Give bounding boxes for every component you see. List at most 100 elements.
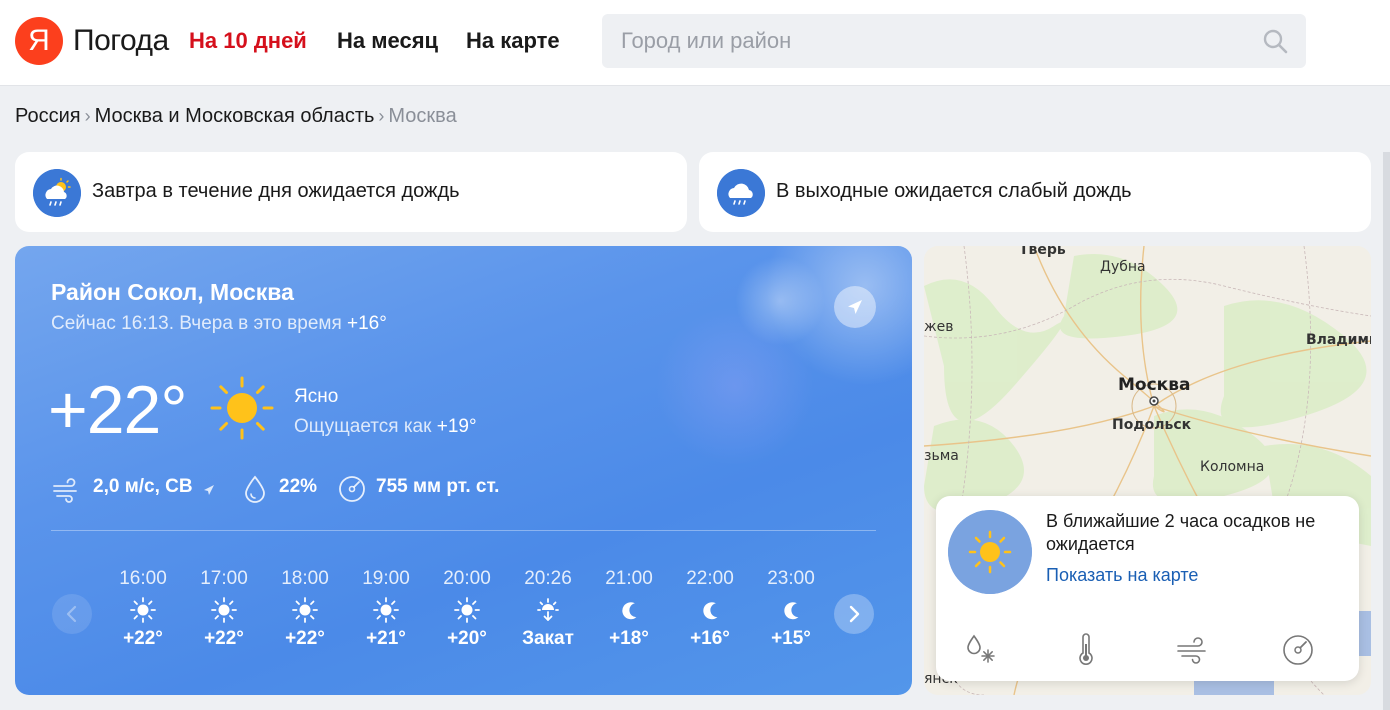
geolocation-button[interactable]: [834, 286, 876, 328]
alert-tomorrow-rain[interactable]: Завтра в течение дня ожидается дождь: [15, 152, 687, 232]
hourly-time: 17:00: [200, 568, 248, 589]
hourly-item: 17:00 +22°: [184, 568, 264, 650]
map-label-vladimir: Владими: [1306, 332, 1371, 348]
page-scrollbar[interactable]: [1383, 152, 1390, 710]
search-icon[interactable]: [1262, 28, 1288, 54]
wind-value: 2,0 м/с, СВ: [93, 476, 193, 497]
feels-like: Ощущается как +19°: [294, 416, 477, 438]
hourly-item: 18:00 +22°: [265, 568, 345, 650]
hourly-time: 18:00: [281, 568, 329, 589]
hourly-item: 23:00 +15°: [751, 568, 831, 650]
nav-month[interactable]: На месяц: [337, 28, 438, 54]
humidity-icon: [245, 475, 265, 503]
precipitation-icon[interactable]: [964, 632, 1000, 668]
sun-icon: [210, 376, 274, 440]
humidity-value: 22%: [279, 476, 318, 497]
yandex-logo[interactable]: Я: [15, 17, 63, 65]
header: Я Погода На 10 дней На месяц На карте: [0, 0, 1390, 86]
sun-glare: [735, 256, 825, 346]
hourly-value: +18°: [609, 628, 649, 649]
hourly-item: 22:00 +16°: [670, 568, 750, 650]
sun-icon: [346, 592, 426, 628]
map-label-podolsk: Подольск: [1112, 417, 1192, 433]
hourly-next-button[interactable]: [834, 594, 874, 634]
hourly-time: 20:00: [443, 568, 491, 589]
search-input[interactable]: [602, 14, 1242, 68]
current-time-line: Сейчас 16:13. Вчера в это время +16°: [51, 313, 387, 335]
hourly-item: 21:00 +18°: [589, 568, 669, 650]
hourly-value: +15°: [771, 628, 811, 649]
hourly-item: 20:00 +20°: [427, 568, 507, 650]
cloud-rain-icon: [717, 169, 765, 217]
pressure-gauge-icon[interactable]: [1280, 632, 1316, 668]
current-temperature: +22°: [48, 372, 188, 448]
search-box: [602, 14, 1306, 68]
breadcrumb: Россия › Москва и Московская область › Москв…: [15, 105, 457, 128]
hourly-value: +22°: [123, 628, 163, 649]
breadcrumb-russia[interactable]: Россия: [15, 105, 81, 127]
condition-text: Ясно: [294, 386, 339, 407]
hourly-value: Закат: [522, 628, 574, 649]
moon-icon: [670, 592, 750, 628]
nav-10-days[interactable]: На 10 дней: [189, 28, 307, 54]
map-label-vyazma: зьма: [924, 448, 959, 464]
chevron-right-icon: [849, 605, 860, 623]
nowcast-message: В ближайшие 2 часа осадков не ожидается: [1046, 511, 1316, 554]
hourly-value: +22°: [204, 628, 244, 649]
hourly-value: +16°: [690, 628, 730, 649]
pressure-icon: [339, 476, 365, 502]
feels-prefix: Ощущается как: [294, 416, 432, 437]
map-label-moscow: Москва: [1118, 375, 1191, 395]
divider: [51, 530, 876, 531]
show-on-map-link[interactable]: Показать на карте: [1046, 565, 1198, 586]
yesterday-temp: +16°: [347, 313, 387, 334]
sun-glare: [655, 306, 815, 466]
hourly-time: 16:00: [119, 568, 167, 589]
hourly-item: 16:00 +22°: [103, 568, 183, 650]
location-title: Район Сокол, Москва: [51, 279, 294, 305]
wind-icon[interactable]: [1174, 632, 1210, 668]
service-name[interactable]: Погода: [73, 24, 169, 58]
now-prefix: Сейчас 16:13. Вчера в это время: [51, 313, 342, 334]
thermometer-icon[interactable]: [1068, 632, 1104, 668]
moon-icon: [751, 592, 831, 628]
hourly-value: +22°: [285, 628, 325, 649]
chevron-left-icon: [66, 605, 77, 623]
moon-icon: [589, 592, 669, 628]
hourly-time: 23:00: [767, 568, 815, 589]
alert-weekend-rain[interactable]: В выходные ожидается слабый дождь: [699, 152, 1371, 232]
breadcrumb-moscow: Москва: [388, 105, 457, 127]
breadcrumb-separator: ›: [84, 106, 91, 126]
hourly-item: 19:00 +21°: [346, 568, 426, 650]
hourly-time: 20:26: [524, 568, 572, 589]
wind-direction-icon: [204, 485, 214, 495]
breadcrumb-moscow-region[interactable]: Москва и Московская область: [95, 105, 375, 127]
hourly-time: 22:00: [686, 568, 734, 589]
hourly-time: 19:00: [362, 568, 410, 589]
current-weather-card: Район Сокол, Москва Сейчас 16:13. Вчера …: [15, 246, 912, 695]
feels-temp: +19°: [436, 416, 477, 437]
sun-icon: [948, 510, 1032, 594]
sun-icon: [265, 592, 345, 628]
map-label-dubna: Дубна: [1100, 259, 1146, 275]
map-label-tver: Тверь: [1019, 246, 1066, 258]
sun-icon: [427, 592, 507, 628]
hourly-prev-button[interactable]: [52, 594, 92, 634]
map-label-kolomna: Коломна: [1200, 459, 1265, 475]
sun-icon: [103, 592, 183, 628]
hourly-value: +21°: [366, 628, 406, 649]
wind-icon: [53, 478, 77, 503]
nowcast-panel: В ближайшие 2 часа осадков не ожидается …: [936, 496, 1359, 681]
hourly-item: 20:26 Закат: [508, 568, 588, 650]
pressure-value: 755 мм рт. ст.: [376, 476, 500, 497]
hourly-value: +20°: [447, 628, 487, 649]
alert-text: Завтра в течение дня ожидается дождь: [92, 180, 460, 202]
sunset-icon: [508, 592, 588, 628]
alert-text: В выходные ожидается слабый дождь: [776, 180, 1132, 202]
map-label-rzhev: жев: [924, 319, 954, 335]
breadcrumb-separator: ›: [378, 106, 385, 126]
nav-map[interactable]: На карте: [466, 28, 560, 54]
cloud-sun-rain-icon: [33, 169, 81, 217]
hourly-time: 21:00: [605, 568, 653, 589]
sun-icon: [184, 592, 264, 628]
